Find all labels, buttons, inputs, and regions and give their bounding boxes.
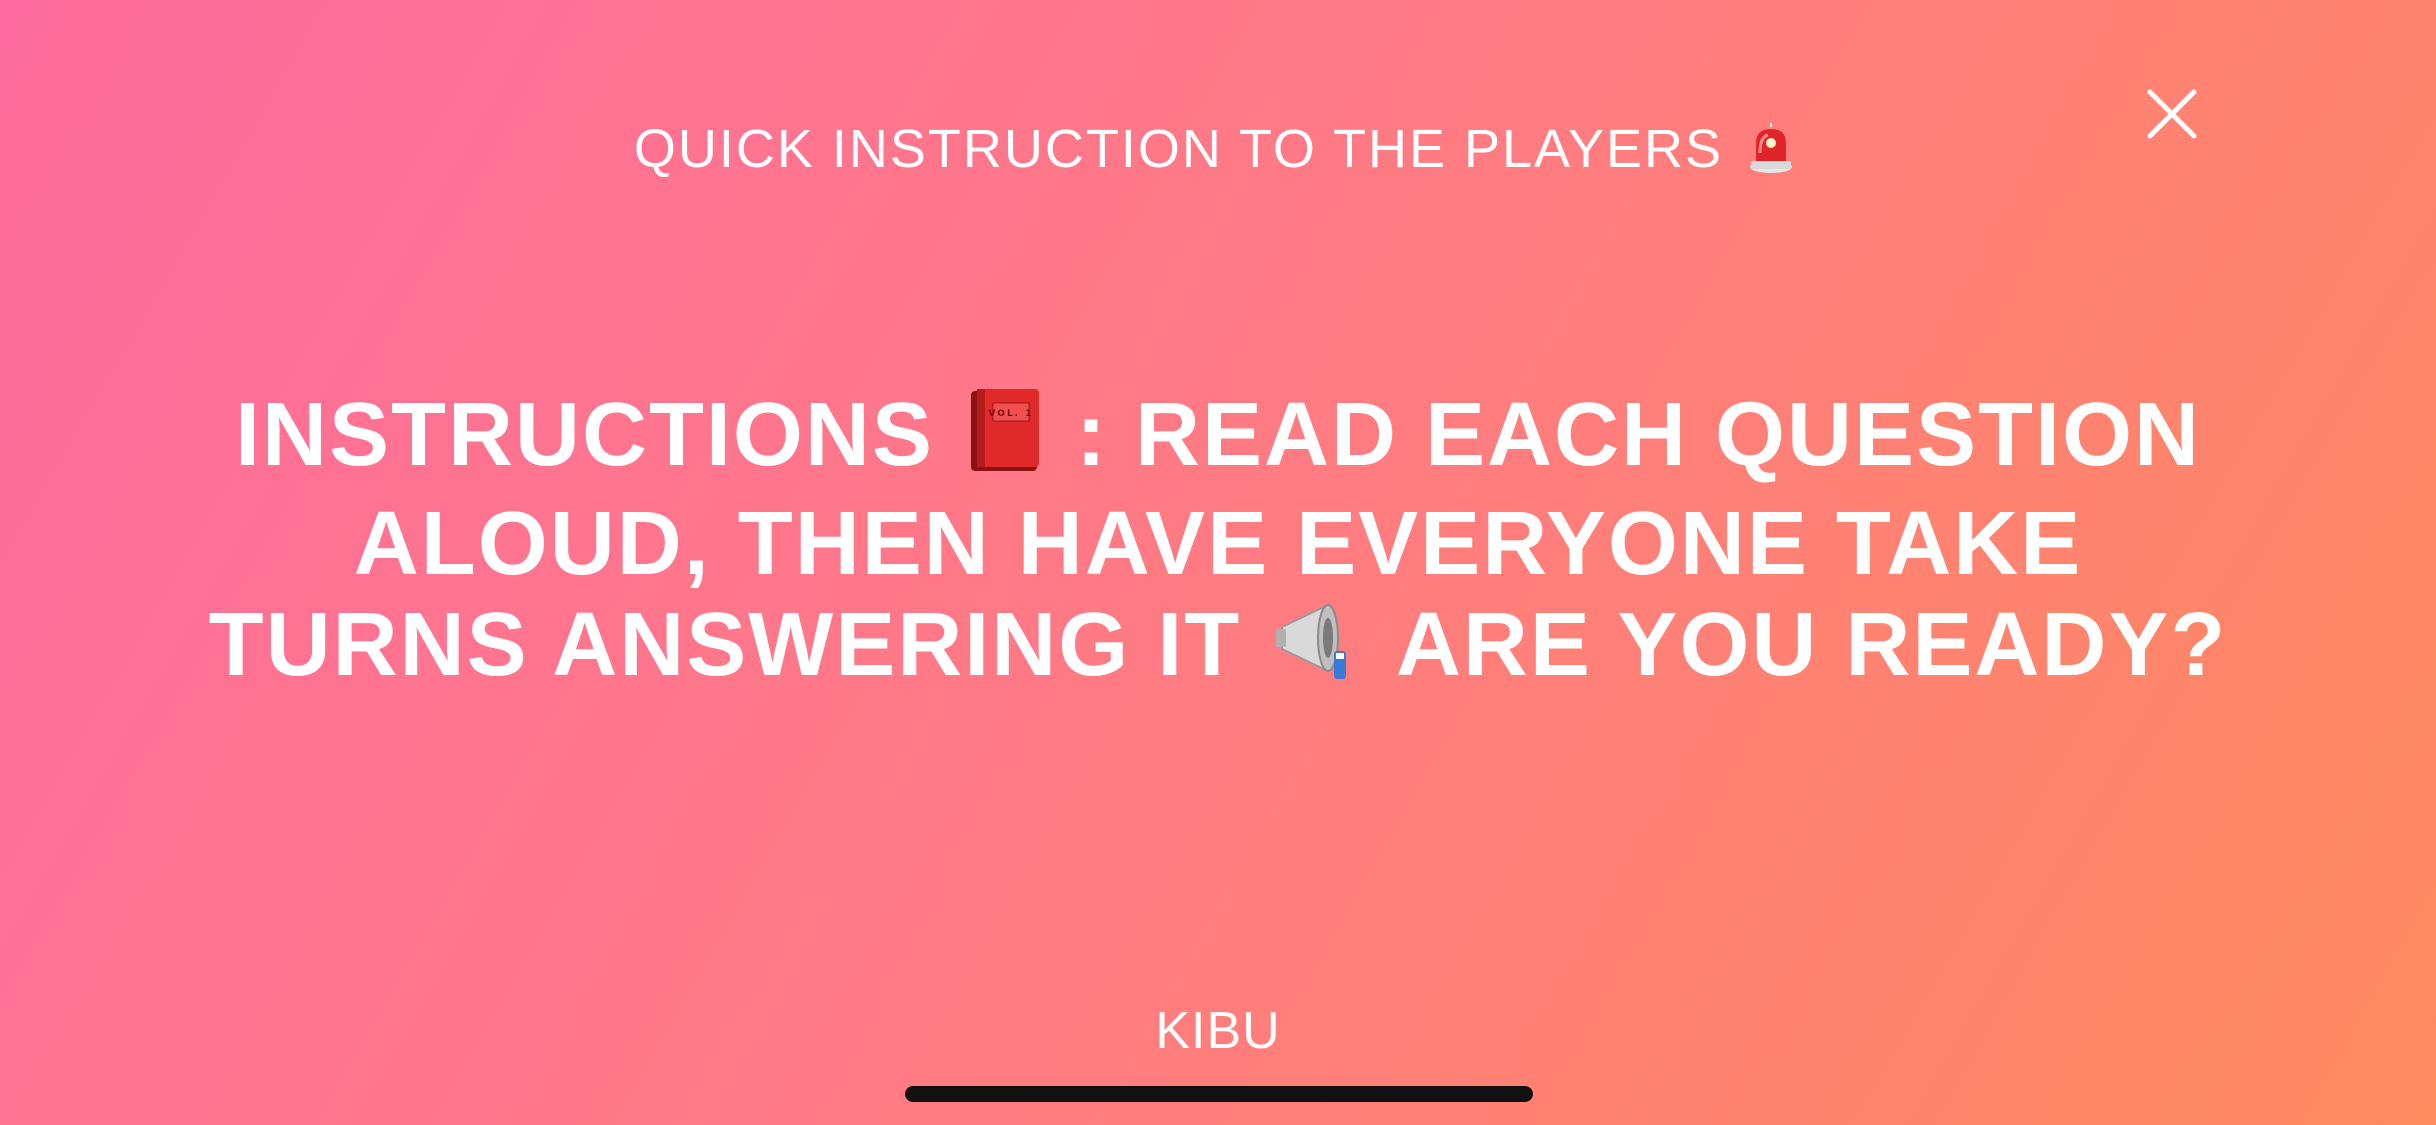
instruction-part-1: INSTRUCTIONS <box>234 385 934 485</box>
megaphone-icon <box>1276 597 1364 704</box>
close-icon <box>2147 89 2197 139</box>
header: QUICK INSTRUCTION TO THE PLAYERS <box>0 114 2436 192</box>
instruction-screen: QUICK INSTRUCTION TO THE PLAYERS INSTRUC… <box>0 0 2436 1125</box>
close-button[interactable] <box>2142 84 2202 144</box>
red-book-icon: VOL. 1 <box>969 387 1041 494</box>
svg-text:VOL. 1: VOL. 1 <box>988 409 1033 419</box>
header-title: QUICK INSTRUCTION TO THE PLAYERS <box>633 119 1724 179</box>
instruction-text: INSTRUCTIONS VOL. 1 : READ EACH QUESTION… <box>200 385 2236 704</box>
footer-label: KIBU <box>1155 1002 1281 1060</box>
instruction-part-3: ARE YOU READY? <box>1395 595 2228 695</box>
siren-icon <box>1748 122 1794 192</box>
home-indicator[interactable] <box>905 1086 1533 1102</box>
